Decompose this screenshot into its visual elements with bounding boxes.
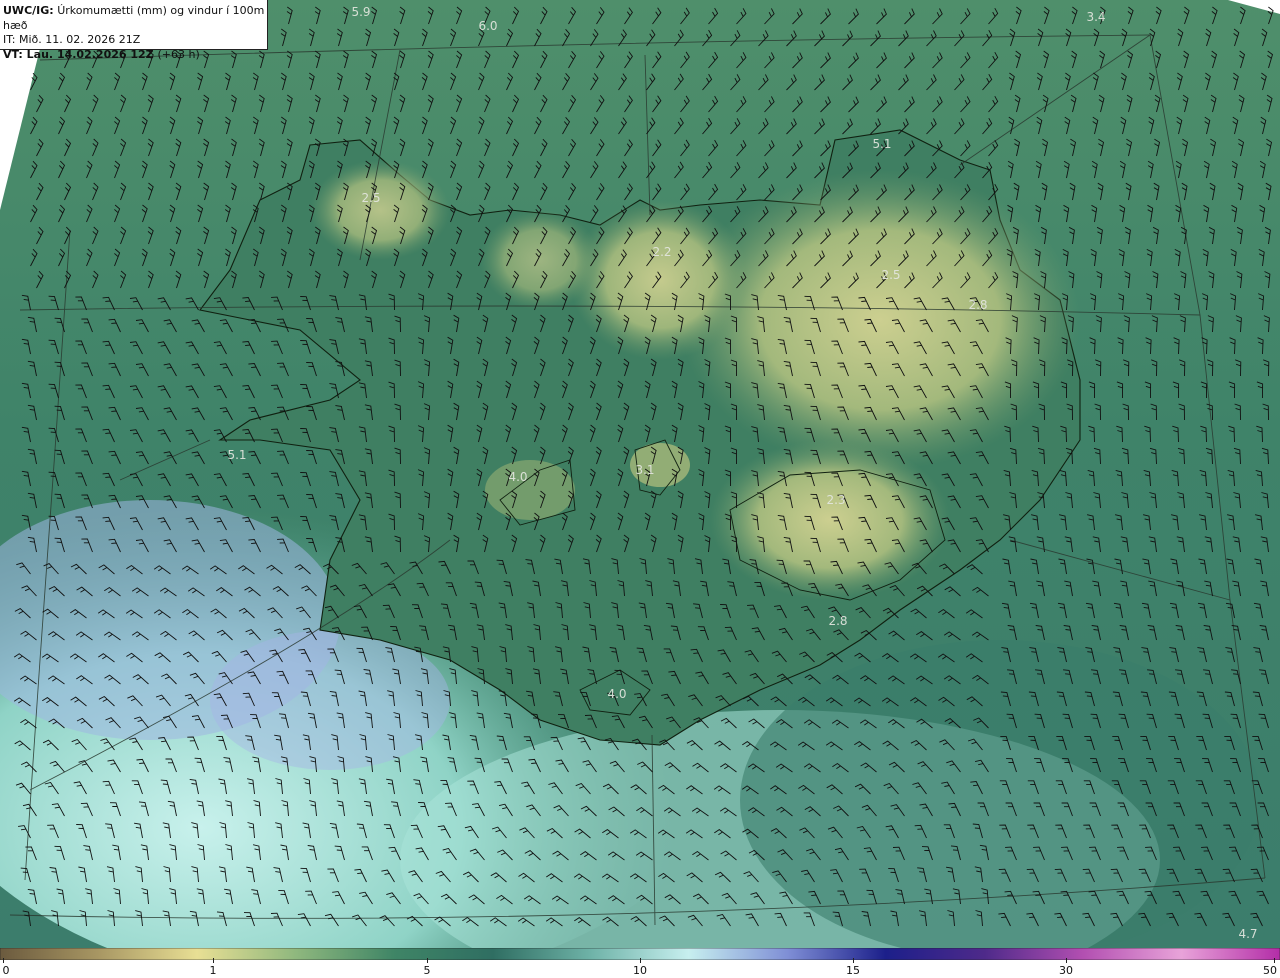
precip-value-label: 2.5 bbox=[361, 191, 381, 205]
colorbar-tick-label: 15 bbox=[846, 964, 860, 977]
precip-value-label: 5.1 bbox=[227, 448, 247, 462]
precip-value-label: 4.0 bbox=[508, 470, 528, 484]
forecast-map[interactable]: 5.9 6.0 3.4 5.1 2.5 2.2 2.5 2.8 5.1 4.0 3.1 2.3 2.8 4… bbox=[0, 0, 1280, 948]
colorbar-tick bbox=[1274, 958, 1275, 963]
lead-time: (+63 h) bbox=[157, 47, 200, 61]
initial-time: IT: Mið. 11. 02. 2026 21Z bbox=[3, 33, 141, 46]
valid-prefix: VT: bbox=[3, 47, 23, 61]
product-code: UWC/IG: bbox=[3, 4, 54, 17]
precip-value-label: 3.1 bbox=[635, 463, 655, 477]
colorbar-tick bbox=[640, 958, 641, 963]
precip-value-label: 6.0 bbox=[478, 19, 498, 33]
precip-value-label: 2.5 bbox=[881, 268, 901, 282]
colorbar: 0 1 5 10 15 30 50 bbox=[0, 948, 1280, 978]
colorbar-tick-label: 5 bbox=[423, 964, 431, 977]
colorbar-tick-label: 1 bbox=[209, 964, 217, 977]
colorbar-tick bbox=[853, 958, 854, 963]
colorbar-tick-label: 30 bbox=[1059, 964, 1073, 977]
valid-time: Lau. 14.02.2026 12Z bbox=[26, 47, 154, 61]
precip-value-label: 3.4 bbox=[1086, 10, 1106, 24]
title-box: UWC/IG: Úrkomumætti (mm) og vindur í 100… bbox=[0, 0, 268, 61]
colorbar-tick-label: 50 bbox=[1263, 964, 1277, 977]
precip-value-label: 5.9 bbox=[351, 5, 371, 19]
colorbar-tick bbox=[1066, 958, 1067, 963]
colorbar-tick-label: 0 bbox=[2, 964, 10, 977]
precip-value-label: 2.8 bbox=[968, 298, 988, 312]
precip-value-label: 2.3 bbox=[826, 493, 846, 507]
colorbar-tick bbox=[427, 958, 428, 963]
precip-value-label: 5.1 bbox=[872, 137, 892, 151]
colorbar-tick bbox=[213, 958, 214, 963]
precip-value-label: 4.7 bbox=[1238, 927, 1258, 941]
colorbar-tick-label: 10 bbox=[633, 964, 647, 977]
precip-value-label: 4.0 bbox=[607, 687, 627, 701]
precip-value-label: 2.8 bbox=[828, 614, 848, 628]
precip-value-label: 2.2 bbox=[652, 245, 672, 259]
colorbar-tick bbox=[3, 958, 4, 963]
